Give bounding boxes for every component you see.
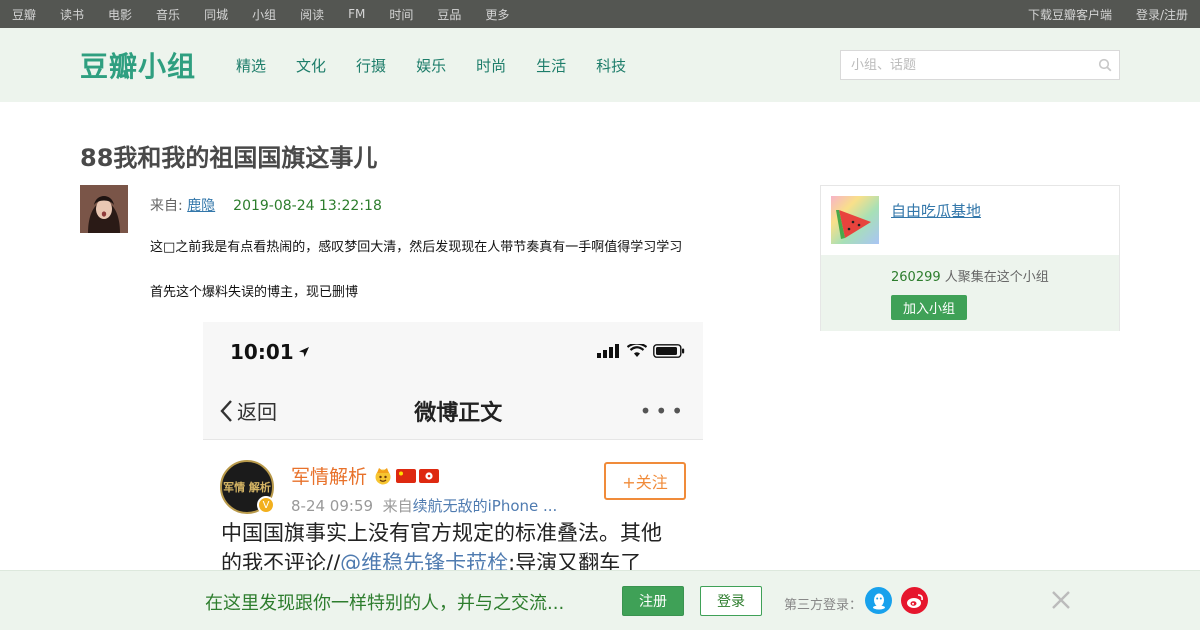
signal-icon — [597, 343, 621, 362]
close-icon[interactable] — [1050, 587, 1072, 613]
weibo-post-text: 中国国旗事实上没有官方规定的标准叠法。其他 的我不评论//@维稳先锋卡菈栓:导演… — [221, 518, 691, 578]
verified-badge-icon: V — [257, 496, 275, 514]
tab-fashion[interactable]: 时尚 — [476, 55, 506, 76]
search-box — [840, 50, 1120, 80]
login-register-link[interactable]: 登录/注册 — [1136, 6, 1188, 23]
weibo-user-name-text: 军情解析 — [291, 466, 368, 488]
china-flag-icon — [396, 468, 417, 483]
qq-login-icon[interactable] — [865, 587, 892, 614]
weibo-post-header: 军情 解析 V 军情解析 8-24 09:59 来自续航无敌的iPhone ..… — [203, 440, 703, 518]
search-input[interactable] — [841, 57, 1091, 73]
from-label: 来自: — [150, 198, 188, 214]
group-header: 豆瓣小组 精选 文化 行摄 娱乐 时尚 生活 科技 — [0, 28, 1200, 102]
member-count-suffix: 人聚集在这个小组 — [940, 270, 1049, 285]
follow-button[interactable]: +关注 — [604, 462, 686, 500]
post-datetime: 2019-08-24 13:22:18 — [233, 198, 382, 214]
global-nav-read[interactable]: 阅读 — [300, 6, 324, 23]
global-nav-groups[interactable]: 小组 — [252, 6, 276, 23]
global-nav-time[interactable]: 时间 — [389, 6, 413, 23]
join-group-button[interactable]: 加入小组 — [891, 295, 967, 320]
tab-featured[interactable]: 精选 — [236, 55, 266, 76]
group-card-header: 自由吃瓜基地 — [821, 186, 1119, 255]
group-member-count: 260299 人聚集在这个小组 — [891, 266, 1049, 285]
search-icon[interactable] — [1091, 51, 1119, 79]
register-button[interactable]: 注册 — [622, 586, 684, 616]
global-nav-fm[interactable]: FM — [348, 7, 365, 21]
groups-logo[interactable]: 豆瓣小组 — [80, 45, 196, 85]
weibo-title-bar: 返回 微博正文 ••• — [203, 382, 703, 440]
back-label: 返回 — [237, 400, 277, 424]
login-button[interactable]: 登录 — [700, 586, 762, 616]
topic-title: 88我和我的祖国国旗这事儿 — [80, 144, 378, 172]
global-nav-more[interactable]: 更多 — [485, 6, 509, 23]
tab-life[interactable]: 生活 — [536, 55, 566, 76]
author-link[interactable]: 鹿隐 — [187, 198, 215, 214]
weibo-login-icon[interactable] — [901, 587, 928, 614]
global-nav-books[interactable]: 读书 — [60, 6, 84, 23]
global-nav-links: 豆瓣 读书 电影 音乐 同城 小组 阅读 FM 时间 豆品 更多 — [12, 6, 533, 23]
global-nav-douban[interactable]: 豆瓣 — [12, 6, 36, 23]
chevron-left-icon — [219, 399, 233, 423]
group-card: 自由吃瓜基地 260299 人聚集在这个小组 加入小组 — [820, 185, 1120, 331]
weibo-post-time: 8-24 09:59 来自续航无敌的iPhone ... — [291, 495, 557, 516]
third-party-login-label: 第三方登录： — [784, 598, 863, 613]
banner-slogan: 在这里发现跟你一样特别的人，并与之交流... — [205, 593, 565, 614]
tab-travel[interactable]: 行摄 — [356, 55, 386, 76]
weibo-source-prefix: 来自 — [382, 497, 413, 515]
download-app-link[interactable]: 下载豆瓣客户端 — [1028, 6, 1112, 23]
global-nav-account: 下载豆瓣客户端 登录/注册 — [1004, 6, 1188, 23]
signup-banner: 在这里发现跟你一样特别的人，并与之交流... 注册 登录 第三方登录： — [0, 570, 1200, 630]
author-avatar[interactable] — [80, 185, 128, 233]
global-nav-music[interactable]: 音乐 — [156, 6, 180, 23]
topic-meta: 来自: 鹿隐 2019-08-24 13:22:18 — [150, 195, 382, 215]
topic-paragraph: 首先这个爆料失误的博主，现已删博 — [150, 285, 359, 300]
wifi-icon — [626, 341, 648, 362]
crown-emoji-icon — [373, 467, 393, 485]
member-count-number: 260299 — [891, 270, 941, 285]
global-nav-movies[interactable]: 电影 — [108, 6, 132, 23]
weibo-user-name[interactable]: 军情解析 — [291, 462, 440, 489]
global-nav-market[interactable]: 豆品 — [437, 6, 461, 23]
weibo-post-line: 中国国旗事实上没有官方规定的标准叠法。其他 — [221, 521, 662, 545]
phone-status-bar: 10:01 — [203, 322, 703, 382]
weibo-post-date: 8-24 09:59 — [291, 497, 374, 515]
weibo-source: 续航无敌的iPhone ... — [412, 497, 558, 515]
back-button[interactable]: 返回 — [219, 396, 277, 425]
tab-tech[interactable]: 科技 — [596, 55, 626, 76]
more-icon[interactable]: ••• — [640, 399, 687, 423]
global-nav-local[interactable]: 同城 — [204, 6, 228, 23]
battery-icon — [653, 343, 685, 362]
hongkong-flag-icon — [419, 468, 440, 483]
tab-culture[interactable]: 文化 — [296, 55, 326, 76]
location-arrow-icon — [298, 343, 310, 362]
group-card-footer: 260299 人聚集在这个小组 加入小组 — [821, 255, 1119, 331]
embedded-screenshot[interactable]: 10:01 返回 微博正文 ••• 军情 解析 V 军情解析 8-24 09:5… — [203, 322, 703, 582]
global-nav: 豆瓣 读书 电影 音乐 同城 小组 阅读 FM 时间 豆品 更多 下载豆瓣客户端… — [0, 0, 1200, 28]
phone-time: 10:01 — [230, 340, 294, 364]
topic-paragraph: 这□之前我是有点看热闹的，感叹梦回大清，然后发现现在人带节奏真有一手啊值得学习学… — [150, 240, 683, 255]
group-nav-tabs: 精选 文化 行摄 娱乐 时尚 生活 科技 — [236, 55, 656, 76]
group-name-link[interactable]: 自由吃瓜基地 — [891, 200, 981, 221]
weibo-page-title: 微博正文 — [414, 400, 503, 426]
group-thumbnail[interactable] — [831, 196, 879, 244]
tab-entertainment[interactable]: 娱乐 — [416, 55, 446, 76]
